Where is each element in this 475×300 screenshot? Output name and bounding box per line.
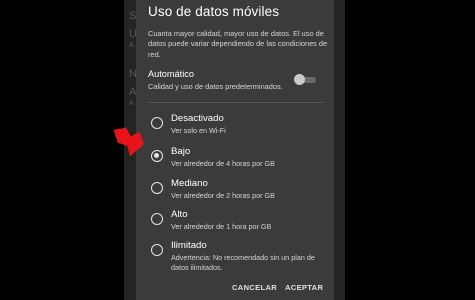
cancel-button[interactable]: CANCELAR [232, 283, 277, 292]
option-subtitle: Ver solo en Wi-Fi [171, 126, 226, 135]
red-arrow-icon [113, 127, 144, 157]
option-desactivado[interactable]: Desactivado Ver solo en Wi-Fi [148, 113, 328, 141]
data-usage-dialog: Uso de datos móviles Cuanta mayor calida… [136, 0, 334, 300]
option-title: Mediano [171, 178, 208, 189]
right-black-border [345, 0, 475, 300]
radio-button[interactable] [151, 213, 163, 225]
dialog-title: Uso de datos móviles [148, 4, 280, 19]
automatic-title: Automático [148, 69, 194, 79]
option-title: Bajo [171, 146, 191, 157]
divider [148, 102, 324, 103]
left-black-border [0, 0, 124, 300]
background-text: A [129, 42, 134, 49]
background-text: A [129, 100, 134, 107]
radio-button[interactable] [151, 117, 163, 129]
radio-button[interactable] [151, 182, 163, 194]
option-subtitle: Advertencia: No recomendado sin un plan … [171, 253, 315, 272]
option-bajo[interactable]: Bajo Ver alrededor de 4 horas por GB [148, 146, 328, 174]
option-subtitle: Ver alrededor de 1 hora por GB [171, 222, 272, 231]
option-title: Alto [171, 209, 188, 220]
toggle-thumb [294, 74, 305, 85]
radio-button-selected[interactable] [151, 150, 163, 162]
option-title: Desactivado [171, 113, 224, 124]
option-alto[interactable]: Alto Ver alrededor de 1 hora por GB [148, 209, 328, 237]
option-subtitle: Ver alrededor de 2 horas por GB [171, 191, 275, 200]
radio-button[interactable] [151, 244, 163, 256]
option-subtitle: Ver alrededor de 4 horas por GB [171, 159, 275, 168]
accept-button[interactable]: ACEPTAR [285, 283, 323, 292]
option-ilimitado[interactable]: Ilimitado Advertencia: No recomendado si… [148, 240, 328, 274]
option-mediano[interactable]: Mediano Ver alrededor de 2 horas por GB [148, 178, 328, 206]
dialog-description: Cuanta mayor calidad, mayor uso de datos… [148, 29, 328, 59]
automatic-setting-row[interactable]: Automático Calidad y uso de datos predet… [148, 69, 324, 93]
automatic-subtitle: Calidad y uso de datos predeterminados. [148, 82, 283, 91]
automatic-toggle[interactable] [294, 74, 318, 86]
option-title: Ilimitado [171, 240, 207, 251]
